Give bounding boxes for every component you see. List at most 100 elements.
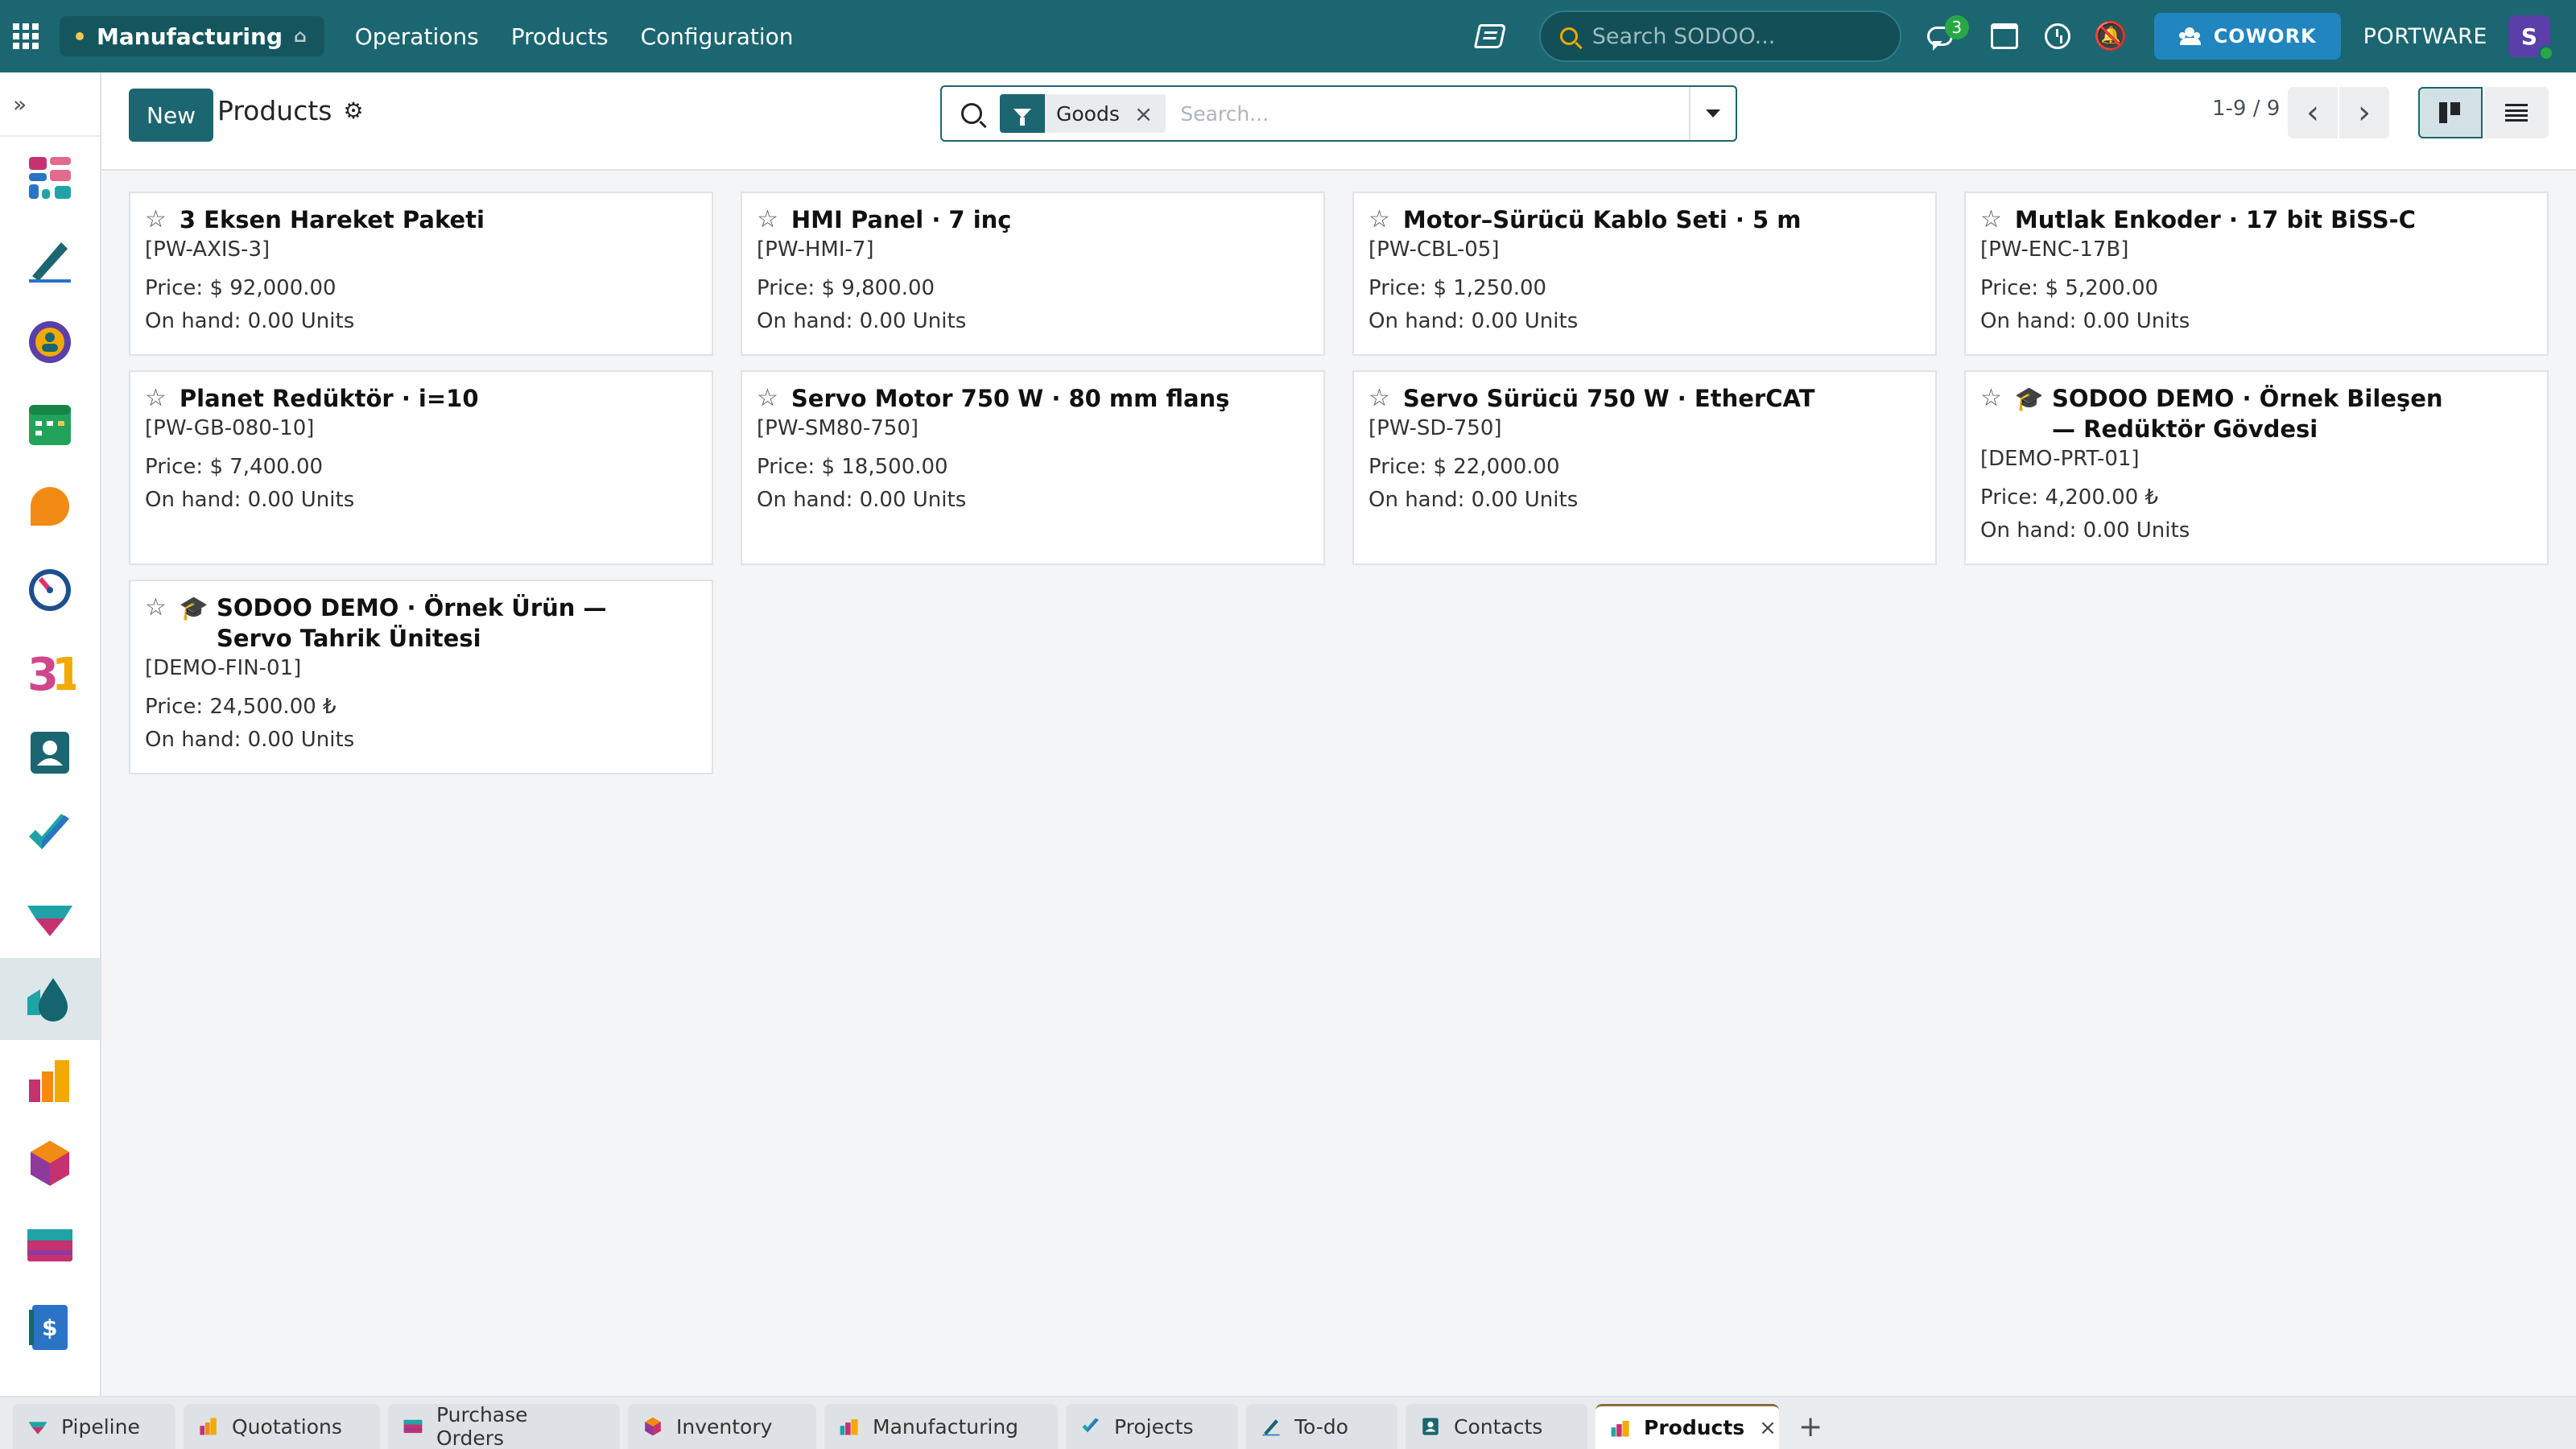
pager-next-button[interactable]: › (2339, 87, 2389, 138)
messages-button[interactable]: 3 (1922, 15, 1969, 54)
product-card[interactable]: ☆ 🎓 SODOO DEMO · Örnek Bileşen — Redüktör … (1964, 370, 2549, 565)
avatar-letter: S (2520, 23, 2538, 50)
favorite-star-icon[interactable]: ☆ (1368, 204, 1390, 235)
product-card[interactable]: ☆ Servo Sürücü 750 W · EtherCAT [PW-SD-750… (1352, 370, 1937, 565)
search-options-toggle[interactable] (1689, 87, 1736, 140)
sidebar-app-sales[interactable] (0, 1040, 100, 1122)
search-icon[interactable] (961, 103, 982, 124)
activities-button[interactable] (1987, 19, 2022, 54)
tab-manufacturing[interactable]: Manufacturing (824, 1404, 1058, 1449)
bar-chart-icon (24, 1055, 76, 1107)
search-input[interactable]: Search... (1180, 102, 1689, 126)
sidebar-app-discuss[interactable] (0, 301, 100, 383)
sidebar-app-dashboards[interactable] (0, 137, 100, 219)
tab-projects[interactable]: Projects (1066, 1404, 1238, 1449)
sidebar-app-list: 3 1 $ (0, 137, 100, 1368)
product-card[interactable]: ☆ Motor–Sürücü Kablo Seti · 5 m [PW-CBL-05… (1352, 192, 1937, 356)
nav-menu-products[interactable]: Products (511, 23, 609, 50)
favorite-star-icon[interactable]: ☆ (757, 383, 778, 414)
sidebar-app-events[interactable]: 31 (0, 630, 100, 712)
product-code: [PW-SM80-750] (757, 416, 919, 440)
check-icon (1080, 1416, 1101, 1437)
tab-label: Manufacturing (873, 1414, 1019, 1439)
sidebar-app-timesheets[interactable] (0, 547, 100, 630)
favorite-star-icon[interactable]: ☆ (1980, 204, 2002, 235)
calendar-app-icon (24, 398, 76, 450)
tab-label: Inventory (676, 1414, 773, 1439)
product-card[interactable]: ☆ 3 Eksen Hareket Paketi [PW-AXIS-3] Price:… (129, 192, 713, 356)
sidebar-app-contacts[interactable] (0, 712, 100, 794)
global-search-placeholder: Search SODOO... (1591, 23, 1776, 49)
favorite-star-icon[interactable]: ☆ (145, 204, 167, 235)
sidebar-app-sign[interactable] (0, 219, 100, 301)
product-card[interactable]: ☆ Servo Motor 750 W · 80 mm flanş [PW-SM80… (741, 370, 1325, 565)
product-price: Price: $ 18,500.00 (757, 455, 948, 479)
notifications-button[interactable]: 🔕 (2093, 19, 2128, 54)
product-price: Price: $ 1,250.00 (1368, 276, 1547, 300)
breadcrumb: Products ⚙ (217, 95, 364, 126)
close-tab-icon[interactable]: × (1759, 1416, 1777, 1440)
user-avatar[interactable]: S (2508, 15, 2554, 61)
sidebar-app-inventory[interactable] (0, 1122, 100, 1204)
kanban-view-button[interactable] (2418, 87, 2483, 138)
sidebar-app-purchase[interactable] (0, 1204, 100, 1286)
tab-contacts[interactable]: Contacts (1406, 1404, 1587, 1449)
favorite-star-icon[interactable]: ☆ (145, 383, 167, 414)
remove-facet-icon[interactable]: × (1134, 101, 1166, 127)
app-sidebar: » 3 1 $ (0, 72, 101, 1396)
product-code: [PW-AXIS-3] (145, 237, 270, 262)
favorite-star-icon[interactable]: ☆ (145, 592, 167, 623)
product-card[interactable]: ☆ Mutlak Enkoder · 17 bit BiSS-C [PW-ENC-1… (1964, 192, 2549, 356)
product-title-row: ☆ Motor–Sürücü Kablo Seti · 5 m (1368, 204, 1921, 235)
add-tab-button[interactable]: + (1798, 1404, 1823, 1449)
nav-menu-operations[interactable]: Operations (355, 23, 479, 50)
product-name: SODOO DEMO · Örnek Ürün — Servo Tahrik Ü… (217, 594, 607, 652)
favorite-star-icon[interactable]: ☆ (1368, 383, 1390, 414)
svg-text:$: $ (42, 1315, 57, 1341)
global-search-input[interactable]: Search SODOO... (1538, 10, 1901, 62)
product-card[interactable]: ☆ Planet Redüktör · i=10 [PW-GB-080-10] Pri… (129, 370, 713, 565)
sidebar-app-pipeline[interactable] (0, 876, 100, 958)
tab-products[interactable]: Products × (1596, 1404, 1779, 1449)
cube-icon (642, 1416, 663, 1437)
tab-quotations[interactable]: Quotations (184, 1404, 380, 1449)
tab-label: Quotations (232, 1414, 342, 1439)
new-button[interactable]: New (129, 89, 214, 142)
pager-value[interactable]: 1-9 / 9 (2212, 97, 2280, 121)
list-view-button[interactable] (2484, 87, 2549, 138)
sidebar-app-todo[interactable] (0, 794, 100, 876)
favorite-star-icon[interactable]: ☆ (757, 204, 778, 235)
knowledge-book-icon[interactable] (1473, 24, 1506, 48)
timer-icon (24, 563, 76, 614)
current-app-button[interactable]: Manufacturing ⌂ (60, 16, 324, 56)
product-price: Price: $ 92,000.00 (145, 276, 336, 300)
company-switcher[interactable]: PORTWARE (2363, 24, 2487, 49)
favorite-star-icon[interactable]: ☆ (1980, 383, 2002, 414)
sidebar-expand-toggle[interactable]: » (0, 72, 100, 137)
product-title-row: ☆ 🎓 SODOO DEMO · Örnek Bileşen — Redüktör … (1980, 383, 2533, 444)
tab-pipeline[interactable]: Pipeline (13, 1404, 175, 1449)
sidebar-app-crm[interactable] (0, 465, 100, 547)
nav-menu-configuration[interactable]: Configuration (641, 23, 794, 50)
product-title-row: ☆ Planet Redüktör · i=10 (145, 383, 697, 414)
gear-icon[interactable]: ⚙ (344, 97, 364, 124)
sidebar-app-calendar-app[interactable] (0, 383, 100, 465)
tab-label: Purchase Orders (436, 1403, 528, 1449)
tab-to-do[interactable]: To-do (1246, 1404, 1397, 1449)
product-card[interactable]: ☆ 🎓 SODOO DEMO · Örnek Ürün — Servo Tahrik… (129, 580, 713, 774)
product-name: Servo Motor 750 W · 80 mm flanş (791, 385, 1230, 412)
tab-purchase-orders[interactable]: Purchase Orders (388, 1403, 620, 1449)
product-price: Price: 4,200.00 ₺ (1980, 485, 2159, 510)
product-on-hand: On hand: 0.00 Units (1980, 309, 2190, 333)
timer-button[interactable] (2040, 19, 2075, 54)
kanban-icon (2439, 102, 2462, 123)
pager-previous-button[interactable]: ‹ (2288, 87, 2338, 138)
invoice-icon: $ (24, 1302, 76, 1353)
product-card[interactable]: ☆ HMI Panel · 7 inç [PW-HMI-7] Price: $ 9,8… (741, 192, 1325, 356)
tab-inventory[interactable]: Inventory (628, 1404, 816, 1449)
product-price: Price: $ 9,800.00 (757, 276, 935, 300)
apps-menu-button[interactable] (0, 0, 52, 72)
cowork-button[interactable]: COWORK (2153, 13, 2341, 60)
sidebar-app-manufacturing[interactable] (0, 958, 100, 1040)
sidebar-app-invoicing[interactable]: $ (0, 1286, 100, 1368)
